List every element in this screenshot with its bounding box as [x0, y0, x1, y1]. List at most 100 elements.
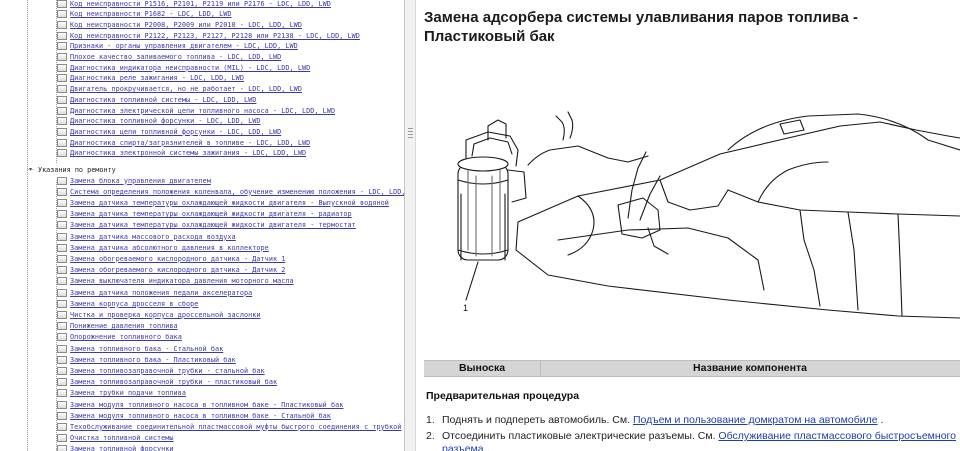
tree-item-link[interactable]: Плохое качество заливаемого топлива - LD…	[70, 53, 281, 61]
tree-item[interactable]: Замена датчика температуры охлаждающей ж…	[57, 197, 389, 208]
tree-item-link[interactable]: Понижение давления топлива	[70, 322, 178, 330]
tree-item-link[interactable]: Двигатель прокручивается, но не работает…	[70, 85, 302, 93]
tree-folder-repair[interactable]: ▾ Указания по ремонту	[29, 164, 116, 175]
components-table-header: Выноска Название компонента	[424, 360, 960, 377]
tree-item[interactable]: Система определения положения коленвала,…	[57, 186, 404, 197]
navigation-tree: Код неисправности P1516, P2101, P2119 ил…	[0, 0, 404, 451]
tree-item-link[interactable]: Замена датчика положения педали акселера…	[70, 289, 252, 297]
tree-item-link[interactable]: Диагностика электрической цепи топливног…	[70, 107, 335, 115]
tree-folder-label: Указания по ремонту	[38, 165, 116, 174]
tree-item[interactable]: Код неисправности P2122, P2123, P2127, P…	[57, 30, 360, 41]
tree-item-link[interactable]: Замена датчика температуры охлаждающей ж…	[70, 210, 352, 218]
tree-item[interactable]: Диагностика электрической цепи топливног…	[57, 105, 335, 116]
tree-item[interactable]: Диагностика топливной форсунки - LDC, LD…	[57, 116, 261, 127]
tree-item[interactable]: Очистка топливной системы	[57, 433, 174, 444]
tree-item-link[interactable]: Очистка топливной системы	[70, 434, 174, 442]
tree-item-link[interactable]: Диагностика электронной системы зажигани…	[70, 149, 306, 157]
tree-item[interactable]: Техобслуживание соединительной пластмасс…	[57, 421, 401, 432]
tree-item[interactable]: Замена топливного бака - Стальной бак	[57, 343, 223, 354]
tree-item[interactable]: Диагностика электронной системы зажигани…	[57, 148, 306, 159]
tree-item[interactable]: Понижение давления топлива	[57, 321, 178, 332]
tree-item[interactable]: Замена датчика температуры охлаждающей ж…	[57, 209, 352, 220]
procedure-step: 1. Поднять и подпереть автомобиль. См. П…	[426, 414, 956, 427]
tree-item-link[interactable]: Замена модуля топливного насоса в топлив…	[70, 401, 343, 409]
tree-item-link[interactable]: Замена обогреваемого кислородного датчик…	[70, 255, 285, 263]
tree-item-link[interactable]: Диагностика реле зажигания - LDC, LDD, L…	[70, 74, 244, 82]
content-pane: Замена адсорбера системы улавливания пар…	[416, 0, 960, 451]
tree-item-link[interactable]: Код неисправности P1516, P2101, P2119 ил…	[70, 0, 331, 8]
tree-item[interactable]: Замена корпуса дросселя в сборе	[57, 298, 198, 309]
tree-item-link[interactable]: Система определения положения коленвала,…	[70, 188, 404, 196]
tree-item-link[interactable]: Замена модуля топливного насоса в топлив…	[70, 412, 331, 420]
document-node-icon	[57, 127, 67, 136]
procedure-step: 2. Отсоединить пластиковые электрические…	[426, 430, 956, 451]
tree-item-link[interactable]: Замена топливного бака - Стальной бак	[70, 345, 223, 353]
tree-item-link[interactable]: Диагностика цепи топливной форсунки - LD…	[70, 128, 281, 136]
tree-item[interactable]: Замена датчика положения педали акселера…	[57, 287, 252, 298]
tree-item[interactable]: Код неисправности P1682 - LDC, LDD, LWD	[57, 9, 232, 20]
document-node-icon	[57, 310, 67, 319]
tree-item-link[interactable]: Замена выключателя индикатора давления м…	[70, 277, 294, 285]
tree-item-link[interactable]: Замена датчика массового расхода воздуха	[70, 233, 236, 241]
tree-item[interactable]: Замена модуля топливного насоса в топлив…	[57, 410, 331, 421]
tree-item[interactable]: Опорожнение топливного бака	[57, 332, 182, 343]
tree-item[interactable]: Диагностика реле зажигания - LDC, LDD, L…	[57, 73, 244, 84]
tree-item[interactable]: Диагностика индикатора неисправности (MI…	[57, 62, 310, 73]
collapse-triangle-icon[interactable]: ▾	[29, 166, 35, 173]
tree-item-link[interactable]: Чистка и проверка корпуса дроссельной за…	[70, 311, 261, 319]
tree-item[interactable]: Замена блока управления двигателем	[57, 175, 211, 186]
tree-item-link[interactable]: Замена топливной форсунки	[70, 445, 174, 451]
document-node-icon	[57, 0, 67, 8]
tree-item-link[interactable]: Техобслуживание соединительной пластмасс…	[70, 423, 401, 431]
procedure-title: Предварительная процедура	[426, 390, 580, 402]
tree-item[interactable]: Плохое качество заливаемого топлива - LD…	[57, 52, 281, 63]
tree-item[interactable]: Замена модуля топливного насоса в топлив…	[57, 399, 343, 410]
tree-item[interactable]: Диагностика топливной системы - LDC, LDD…	[57, 94, 256, 105]
tree-item-link[interactable]: Замена топливного бака - Пластиковый бак	[70, 356, 236, 364]
pane-splitter[interactable]	[404, 0, 416, 451]
tree-item-link[interactable]: Замена топливозаправочной трубки - пласт…	[70, 378, 277, 386]
tree-item[interactable]: Замена топливного бака - Пластиковый бак	[57, 354, 236, 365]
tree-item-link[interactable]: Замена датчика температуры охлаждающей ж…	[70, 199, 389, 207]
document-node-icon	[57, 117, 67, 126]
tree-item-link[interactable]: Код неисправности P2008, P2009 или P2010…	[70, 21, 302, 29]
tree-item-link[interactable]: Диагностика спирта/загрязнителей в топли…	[70, 139, 310, 147]
document-node-icon	[57, 149, 67, 158]
tree-item-link[interactable]: Диагностика топливной системы - LDC, LDD…	[70, 96, 256, 104]
tree-item-link[interactable]: Опорожнение топливного бака	[70, 333, 182, 341]
document-node-icon	[57, 63, 67, 72]
step-number: 1.	[426, 414, 435, 426]
tree-item-link[interactable]: Диагностика топливной форсунки - LDC, LD…	[70, 117, 261, 125]
tree-item[interactable]: Код неисправности P1516, P2101, P2119 ил…	[57, 0, 331, 9]
tree-item[interactable]: Диагностика цепи топливной форсунки - LD…	[57, 126, 281, 137]
tree-item-link[interactable]: Замена датчика температуры охлаждающей ж…	[70, 221, 356, 229]
tree-item-link[interactable]: Код неисправности P2122, P2123, P2127, P…	[70, 32, 360, 40]
step-link-jacking[interactable]: Подъем и пользование домкратом на автомо…	[633, 414, 878, 426]
tree-item-link[interactable]: Замена топливозаправочной трубки - сталь…	[70, 367, 265, 375]
tree-item-link[interactable]: Замена обогреваемого кислородного датчик…	[70, 266, 285, 274]
tree-item[interactable]: Замена обогреваемого кислородного датчик…	[57, 265, 285, 276]
tree-item[interactable]: Чистка и проверка корпуса дроссельной за…	[57, 309, 261, 320]
tree-item[interactable]: Замена топливной форсунки	[57, 444, 174, 451]
tree-item[interactable]: Замена трубки подачи топлива	[57, 388, 186, 399]
tree-item[interactable]: Диагностика спирта/загрязнителей в топли…	[57, 137, 310, 148]
tree-item[interactable]: Двигатель прокручивается, но не работает…	[57, 84, 302, 95]
tree-item-link[interactable]: Признаки - органы управления двигателем …	[70, 42, 298, 50]
tree-item[interactable]: Замена топливозаправочной трубки - сталь…	[57, 365, 265, 376]
tree-item-link[interactable]: Код неисправности P1682 - LDC, LDD, LWD	[70, 10, 232, 18]
tree-item[interactable]: Признаки - органы управления двигателем …	[57, 41, 298, 52]
tree-item[interactable]: Замена датчика массового расхода воздуха	[57, 231, 236, 242]
tree-item-link[interactable]: Диагностика индикатора неисправности (MI…	[70, 64, 310, 72]
tree-item-link[interactable]: Замена датчика абсолютного давления в ко…	[70, 244, 269, 252]
tree-item-link[interactable]: Замена трубки подачи топлива	[70, 389, 186, 397]
tree-item[interactable]: Замена выключателя индикатора давления м…	[57, 276, 294, 287]
tree-item[interactable]: Замена обогреваемого кислородного датчик…	[57, 253, 285, 264]
tree-item-link[interactable]: Замена блока управления двигателем	[70, 177, 211, 185]
document-node-icon	[57, 366, 67, 375]
tree-item[interactable]: Код неисправности P2008, P2009 или P2010…	[57, 19, 302, 30]
tree-item[interactable]: Замена датчика абсолютного давления в ко…	[57, 242, 269, 253]
tree-item[interactable]: Замена топливозаправочной трубки - пласт…	[57, 377, 277, 388]
tree-item-link[interactable]: Замена корпуса дросселя в сборе	[70, 300, 198, 308]
component-illustration: 1	[457, 111, 960, 319]
tree-item[interactable]: Замена датчика температуры охлаждающей ж…	[57, 220, 356, 231]
